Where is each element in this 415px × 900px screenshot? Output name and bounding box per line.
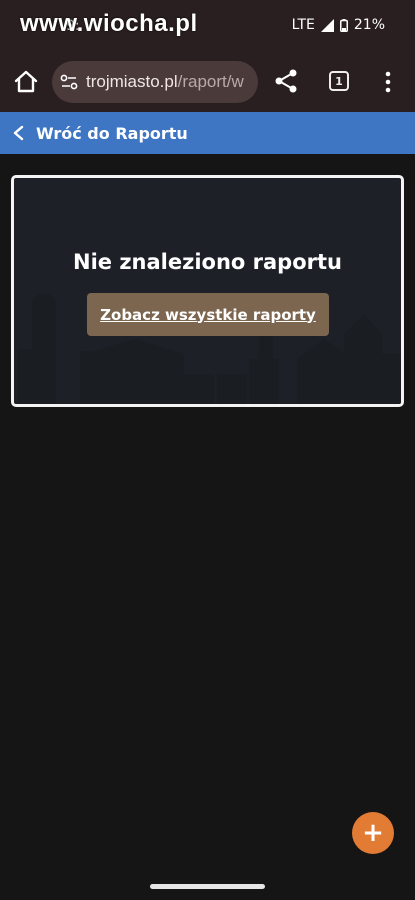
more-vert-icon[interactable]: [380, 70, 396, 94]
url-host: trojmiasto.pl: [86, 72, 178, 91]
url-text[interactable]: trojmiasto.pl/raport/w: [86, 72, 244, 92]
gesture-nav-handle[interactable]: [150, 884, 265, 889]
home-icon[interactable]: [12, 68, 40, 96]
url-bar[interactable]: trojmiasto.pl/raport/w: [52, 61, 258, 103]
network-type: LTE: [291, 17, 315, 33]
add-fab-button[interactable]: +: [352, 812, 394, 854]
tabs-icon[interactable]: 1: [329, 71, 349, 91]
chevron-left-icon: [13, 125, 24, 141]
status-indicators: LTE 21%: [292, 17, 385, 33]
back-to-report-link[interactable]: Wróć do Raportu: [0, 112, 415, 154]
share-icon[interactable]: [274, 68, 298, 94]
report-not-found-card: Nie znaleziono raportu Zobacz wszystkie …: [11, 175, 404, 407]
view-all-reports-button[interactable]: Zobacz wszystkie raporty: [87, 293, 329, 336]
battery-icon: [339, 18, 348, 32]
watermark-text: www.wiocha.pl: [20, 10, 198, 37]
site-settings-icon[interactable]: [60, 73, 78, 91]
url-path: /raport/w: [177, 72, 244, 91]
card-title: Nie znaleziono raportu: [73, 250, 342, 274]
tab-count: 1: [335, 74, 343, 88]
browser-toolbar: trojmiasto.pl/raport/w 1: [0, 54, 415, 112]
battery-level: 21%: [353, 17, 385, 33]
back-label: Wróć do Raportu: [36, 123, 188, 143]
status-bar: 9: www.wiocha.pl LTE 21%: [0, 0, 415, 54]
plus-icon: +: [362, 818, 384, 848]
signal-icon: [320, 18, 334, 32]
